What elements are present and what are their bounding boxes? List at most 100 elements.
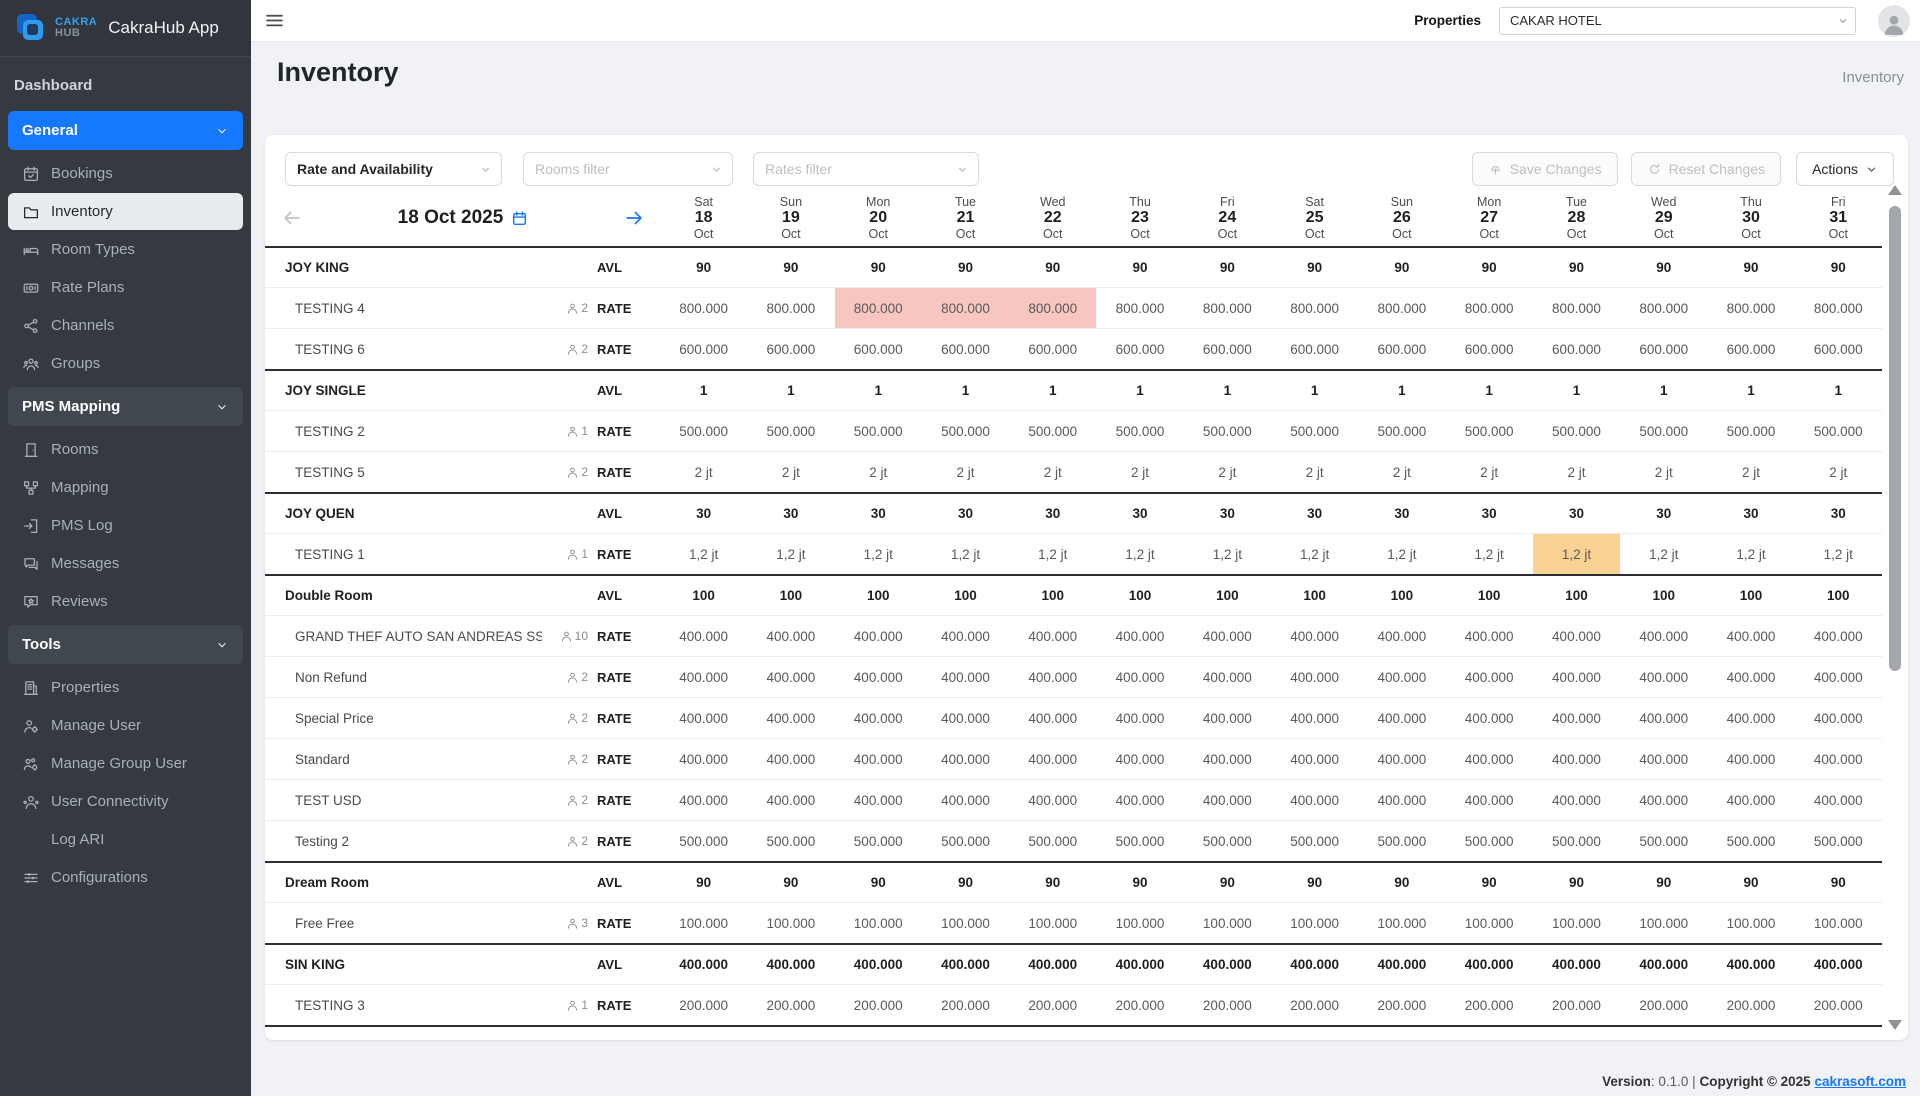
rate-cell[interactable]: 1,2 jt xyxy=(1620,534,1707,574)
sidebar-item-reviews[interactable]: Reviews xyxy=(8,583,243,620)
date-picker[interactable]: 18 Oct 2025 xyxy=(398,207,529,229)
rate-cell[interactable]: 500.000 xyxy=(835,821,922,861)
sidebar-item-mapping[interactable]: Mapping xyxy=(8,469,243,506)
view-select[interactable]: Rate and Availability xyxy=(285,152,502,186)
availability-cell[interactable]: 1 xyxy=(747,371,834,410)
rate-cell[interactable]: 400.000 xyxy=(747,698,834,738)
availability-cell[interactable]: 90 xyxy=(1446,248,1533,287)
availability-cell[interactable]: 1 xyxy=(1184,371,1271,410)
rate-cell[interactable]: 500.000 xyxy=(1795,821,1882,861)
rate-cell[interactable]: 1,2 jt xyxy=(1358,534,1445,574)
availability-cell[interactable]: 100 xyxy=(1096,576,1183,615)
rate-cell[interactable]: 100.000 xyxy=(835,903,922,943)
rate-cell[interactable]: 400.000 xyxy=(922,616,1009,656)
rate-cell[interactable]: 1,2 jt xyxy=(1795,534,1882,574)
property-select[interactable]: CAKAR HOTEL xyxy=(1499,7,1856,35)
availability-cell[interactable]: 400.000 xyxy=(922,945,1009,984)
availability-cell[interactable]: 90 xyxy=(1271,248,1358,287)
availability-cell[interactable]: 90 xyxy=(1271,863,1358,902)
rate-cell[interactable]: 2 jt xyxy=(922,452,1009,492)
rate-cell[interactable]: 200.000 xyxy=(1795,985,1882,1025)
rate-cell[interactable]: 500.000 xyxy=(1358,821,1445,861)
rate-cell[interactable]: 200.000 xyxy=(1707,985,1794,1025)
availability-cell[interactable]: 30 xyxy=(1271,494,1358,533)
availability-cell[interactable]: 400.000 xyxy=(1096,945,1183,984)
availability-cell[interactable]: 30 xyxy=(1096,494,1183,533)
availability-cell[interactable]: 100 xyxy=(1358,576,1445,615)
rate-cell[interactable]: 800.000 xyxy=(922,288,1009,328)
sidebar-item-manage-group-user[interactable]: Manage Group User xyxy=(8,745,243,782)
rate-cell[interactable]: 400.000 xyxy=(1358,780,1445,820)
rate-cell[interactable]: 400.000 xyxy=(922,739,1009,779)
rate-cell[interactable]: 400.000 xyxy=(1533,616,1620,656)
scrollbar-up-icon[interactable] xyxy=(1888,185,1902,195)
rate-cell[interactable]: 400.000 xyxy=(1620,698,1707,738)
rate-cell[interactable]: 200.000 xyxy=(660,985,747,1025)
rate-cell[interactable]: 2 jt xyxy=(1533,452,1620,492)
rate-cell[interactable]: 400.000 xyxy=(1446,698,1533,738)
save-changes-button[interactable]: Save Changes xyxy=(1472,152,1618,186)
rate-cell[interactable]: 400.000 xyxy=(1446,616,1533,656)
rate-cell[interactable]: 600.000 xyxy=(1707,329,1794,369)
availability-cell[interactable]: 1 xyxy=(1358,371,1445,410)
sidebar-section-tools[interactable]: Tools xyxy=(8,625,243,664)
rate-cell[interactable]: 200.000 xyxy=(1446,985,1533,1025)
scrollbar-down-icon[interactable] xyxy=(1888,1020,1902,1030)
rate-cell[interactable]: 600.000 xyxy=(1795,329,1882,369)
rate-cell[interactable]: 400.000 xyxy=(1620,780,1707,820)
rate-cell[interactable]: 400.000 xyxy=(1446,739,1533,779)
rate-cell[interactable]: 400.000 xyxy=(1533,739,1620,779)
rate-cell[interactable]: 400.000 xyxy=(1184,657,1271,697)
rate-cell[interactable]: 1,2 jt xyxy=(1271,534,1358,574)
availability-cell[interactable]: 1 xyxy=(1533,371,1620,410)
rate-cell[interactable]: 800.000 xyxy=(1620,288,1707,328)
availability-cell[interactable]: 1 xyxy=(835,371,922,410)
availability-cell[interactable]: 90 xyxy=(1795,863,1882,902)
rate-cell[interactable]: 2 jt xyxy=(1184,452,1271,492)
rate-cell[interactable]: 400.000 xyxy=(1795,698,1882,738)
availability-cell[interactable]: 100 xyxy=(1271,576,1358,615)
rate-cell[interactable]: 2 jt xyxy=(1009,452,1096,492)
rate-cell[interactable]: 400.000 xyxy=(1009,739,1096,779)
rate-cell[interactable]: 500.000 xyxy=(922,821,1009,861)
sidebar-item-room-types[interactable]: Room Types xyxy=(8,231,243,268)
rate-cell[interactable]: 400.000 xyxy=(660,780,747,820)
rate-cell[interactable]: 400.000 xyxy=(1184,616,1271,656)
availability-cell[interactable]: 90 xyxy=(660,248,747,287)
rate-cell[interactable]: 400.000 xyxy=(1795,657,1882,697)
rate-cell[interactable]: 2 jt xyxy=(1795,452,1882,492)
rate-cell[interactable]: 800.000 xyxy=(835,288,922,328)
rate-cell[interactable]: 100.000 xyxy=(922,903,1009,943)
rate-cell[interactable]: 500.000 xyxy=(1271,411,1358,451)
availability-cell[interactable]: 30 xyxy=(1707,494,1794,533)
availability-cell[interactable]: 100 xyxy=(1707,576,1794,615)
availability-cell[interactable]: 400.000 xyxy=(1533,945,1620,984)
rate-cell[interactable]: 500.000 xyxy=(1009,821,1096,861)
rate-cell[interactable]: 400.000 xyxy=(1620,657,1707,697)
rate-cell[interactable]: 500.000 xyxy=(1271,821,1358,861)
sidebar-section-general[interactable]: General xyxy=(8,111,243,150)
rate-cell[interactable]: 2 jt xyxy=(747,452,834,492)
availability-cell[interactable]: 30 xyxy=(1533,494,1620,533)
rate-cell[interactable]: 400.000 xyxy=(1446,657,1533,697)
rate-cell[interactable]: 2 jt xyxy=(1707,452,1794,492)
sidebar-section-pms-mapping[interactable]: PMS Mapping xyxy=(8,387,243,426)
rate-cell[interactable]: 600.000 xyxy=(660,329,747,369)
availability-cell[interactable]: 30 xyxy=(835,494,922,533)
rate-cell[interactable]: 400.000 xyxy=(1358,657,1445,697)
availability-cell[interactable]: 1 xyxy=(1795,371,1882,410)
availability-cell[interactable]: 100 xyxy=(922,576,1009,615)
rate-cell[interactable]: 200.000 xyxy=(1271,985,1358,1025)
rate-cell[interactable]: 200.000 xyxy=(1620,985,1707,1025)
rate-cell[interactable]: 400.000 xyxy=(1184,698,1271,738)
rate-cell[interactable]: 500.000 xyxy=(1533,821,1620,861)
availability-cell[interactable]: 1 xyxy=(660,371,747,410)
rate-cell[interactable]: 600.000 xyxy=(835,329,922,369)
availability-cell[interactable]: 90 xyxy=(1096,863,1183,902)
rate-cell[interactable]: 100.000 xyxy=(1620,903,1707,943)
sidebar-item-messages[interactable]: Messages xyxy=(8,545,243,582)
rate-cell[interactable]: 200.000 xyxy=(1184,985,1271,1025)
rate-cell[interactable]: 400.000 xyxy=(835,780,922,820)
rate-cell[interactable]: 500.000 xyxy=(747,821,834,861)
rate-cell[interactable]: 400.000 xyxy=(1271,698,1358,738)
